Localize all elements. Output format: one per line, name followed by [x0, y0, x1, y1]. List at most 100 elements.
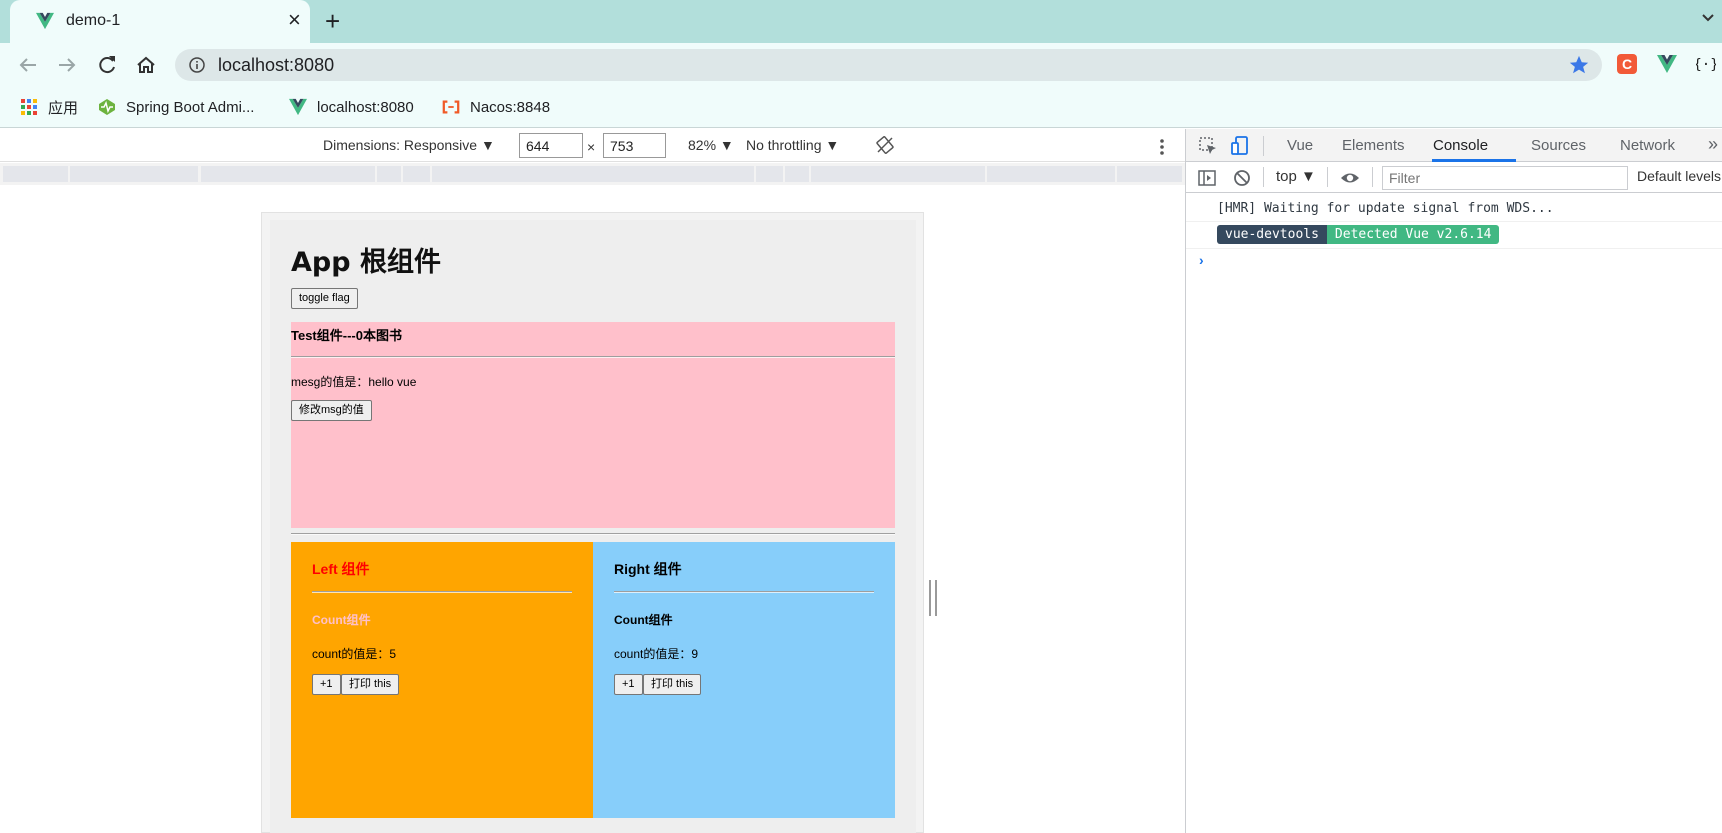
console-message-text: [HMR] Waiting for update signal from WDS… [1217, 201, 1554, 216]
viewport-resize-handle[interactable] [929, 580, 937, 616]
ruler-segment[interactable] [201, 166, 375, 182]
console-prompt-caret-icon[interactable]: › [1199, 252, 1204, 268]
bookmark-nacos[interactable]: Nacos:8848 [442, 96, 550, 118]
rotate-icon[interactable] [876, 136, 894, 154]
vue-logo-icon [289, 98, 307, 116]
divider [614, 591, 874, 593]
context-select[interactable]: top ▼ [1276, 168, 1316, 185]
divider [291, 356, 895, 358]
reload-icon[interactable] [95, 53, 119, 77]
bookmark-apps[interactable]: 应用 [20, 96, 78, 118]
apps-grid-icon [21, 99, 37, 115]
tab-elements[interactable]: Elements [1342, 137, 1405, 154]
detected-vue-badge: Detected Vue v2.6.14 [1326, 225, 1500, 244]
left-component: Left 组件 Count组件 count的值是：5 +1 打印 this [291, 542, 593, 818]
toolbar-separator [1263, 136, 1264, 156]
more-options-icon[interactable] [1159, 138, 1165, 156]
back-arrow-icon[interactable] [16, 53, 40, 77]
ruler-segment[interactable] [3, 166, 68, 182]
right-component: Right 组件 Count组件 count的值是：9 +1 打印 this [593, 542, 895, 818]
console-filter-input[interactable] [1382, 166, 1628, 190]
home-icon[interactable] [134, 53, 158, 77]
url-text: localhost:8080 [218, 55, 335, 75]
tab-title: demo-1 [66, 12, 121, 29]
increment-button[interactable]: +1 [312, 674, 341, 695]
viewport-width-input[interactable] [519, 133, 583, 158]
bookmark-spring-boot-admin[interactable]: Spring Boot Admi... [98, 96, 254, 118]
spring-boot-admin-icon [99, 99, 115, 115]
device-toggle-icon[interactable] [1230, 136, 1250, 156]
ruler-segment[interactable] [1117, 166, 1182, 182]
right-component-title: Right 组件 [614, 561, 682, 577]
devtools-panel: Vue Elements Console Sources Network » t… [1185, 129, 1722, 833]
ruler-segment[interactable] [432, 166, 754, 182]
info-icon[interactable] [189, 57, 205, 73]
browser-toolbar: localhost:8080 C {·} [0, 43, 1722, 87]
throttling-select[interactable]: No throttling ▼ [746, 137, 839, 153]
zoom-select[interactable]: 82% ▼ [688, 137, 734, 153]
count-component-title: Count组件 [614, 613, 673, 627]
dimensions-select[interactable]: Dimensions: Responsive ▼ [323, 137, 495, 153]
print-this-button[interactable]: 打印 this [643, 674, 702, 695]
bookmark-label: Spring Boot Admi... [126, 98, 255, 116]
more-tabs-icon[interactable]: » [1708, 134, 1718, 155]
console-message: vue-devtools Detected Vue v2.6.14 [1186, 222, 1722, 249]
toolbar-separator [1263, 167, 1264, 187]
ruler-segment[interactable] [785, 166, 809, 182]
svg-text:{·}: {·} [1696, 57, 1716, 73]
toggle-flag-button[interactable]: toggle flag [291, 288, 358, 309]
new-tab-icon[interactable]: + [325, 8, 340, 34]
divider [312, 591, 572, 593]
extension-c-icon[interactable]: C [1617, 54, 1637, 74]
ruler-segment[interactable] [377, 166, 401, 182]
ruler-segment[interactable] [987, 166, 1115, 182]
log-levels-select[interactable]: Default levels [1637, 168, 1721, 184]
browser-tab[interactable]: demo-1 × [10, 0, 310, 43]
console-message: [HMR] Waiting for update signal from WDS… [1186, 196, 1722, 222]
tab-console[interactable]: Console [1433, 137, 1488, 154]
viewport-height-input[interactable] [603, 133, 666, 158]
tab-vue[interactable]: Vue [1287, 137, 1313, 154]
console-toolbar: top ▼ Default levels [1186, 162, 1722, 193]
increment-button[interactable]: +1 [614, 674, 643, 695]
eye-icon[interactable] [1340, 168, 1360, 188]
count-value-text: count的值是：9 [614, 647, 699, 661]
toolbar-separator [1372, 167, 1373, 187]
print-this-button[interactable]: 打印 this [341, 674, 400, 695]
test-component: Test组件---0本图书 mesg的值是：hello vue 修改msg的值 [291, 322, 895, 528]
ruler-segment[interactable] [811, 166, 985, 182]
ruler-segment[interactable] [403, 166, 430, 182]
bookmark-localhost[interactable]: localhost:8080 [289, 96, 414, 118]
bookmark-star-icon[interactable] [1568, 54, 1590, 76]
device-toolbar: Dimensions: Responsive ▼ × 82% ▼ No thro… [0, 129, 1185, 162]
count-component-title: Count组件 [312, 613, 371, 627]
modify-msg-button[interactable]: 修改msg的值 [291, 400, 372, 421]
tab-network[interactable]: Network [1620, 137, 1675, 154]
ruler-segment[interactable] [756, 166, 783, 182]
inspect-element-icon[interactable] [1198, 136, 1218, 156]
left-component-title: Left 组件 [312, 561, 370, 577]
vue-devtools-badge: vue-devtools [1217, 225, 1327, 244]
address-bar[interactable]: localhost:8080 [175, 49, 1602, 81]
json-extension-icon[interactable]: {·} [1696, 54, 1716, 74]
devtools-tab-bar: Vue Elements Console Sources Network » [1186, 129, 1722, 162]
clear-console-icon[interactable] [1232, 168, 1252, 188]
tab-sources[interactable]: Sources [1531, 137, 1586, 154]
forward-arrow-icon[interactable] [55, 53, 79, 77]
times-sign: × [587, 139, 596, 155]
bookmark-label: Nacos:8848 [470, 98, 551, 116]
vue-devtools-extension-icon[interactable] [1657, 54, 1677, 74]
nacos-icon [442, 100, 460, 114]
chevron-down-icon[interactable] [1700, 10, 1716, 26]
toolbar-separator [1327, 167, 1328, 187]
app-title: App 根组件 [291, 247, 441, 278]
bookmark-label: 应用 [48, 99, 79, 117]
media-query-ruler [0, 163, 1185, 185]
bookmark-label: localhost:8080 [317, 98, 414, 116]
close-tab-icon[interactable]: × [288, 9, 301, 31]
divider [291, 533, 895, 535]
browser-tabstrip: demo-1 × + [0, 0, 1722, 43]
vue-logo-icon [36, 12, 54, 30]
sidebar-toggle-icon[interactable] [1197, 168, 1217, 188]
ruler-segment[interactable] [70, 166, 198, 182]
